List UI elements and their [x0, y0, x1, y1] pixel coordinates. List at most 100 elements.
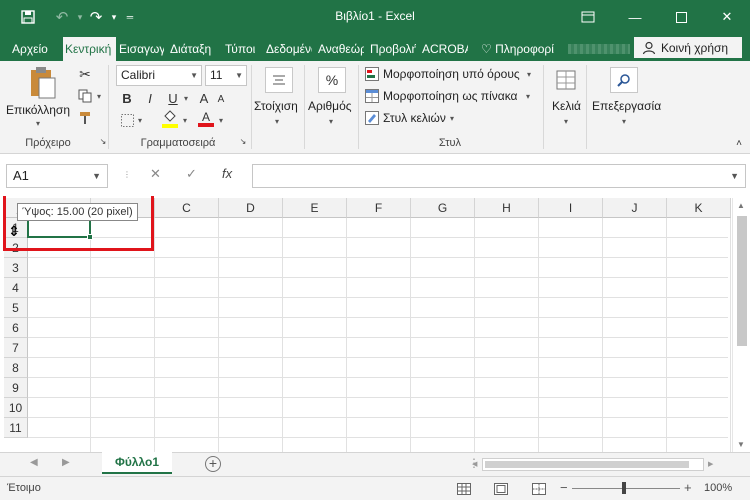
grow-font-button[interactable]: A: [196, 89, 212, 107]
clipboard-launcher-icon[interactable]: ↘: [98, 137, 108, 146]
paste-label[interactable]: Επικόλληση: [6, 103, 70, 117]
alignment-dropdown-icon[interactable]: ▾: [275, 117, 279, 126]
alignment-icon[interactable]: [265, 67, 293, 93]
name-box[interactable]: A1 ▼: [6, 164, 108, 188]
cell-styles-button[interactable]: Στυλ κελιών: [383, 111, 446, 125]
page-break-view-icon[interactable]: [530, 481, 548, 496]
scroll-left-icon[interactable]: ◀: [472, 460, 477, 468]
close-button[interactable]: ✕: [704, 0, 750, 34]
row-header-11[interactable]: 11: [4, 418, 28, 438]
row-header-9[interactable]: 9: [4, 378, 28, 398]
editing-label[interactable]: Επεξεργασία: [592, 99, 661, 113]
ribbon-display-options-button[interactable]: [565, 0, 611, 34]
prev-sheet-icon[interactable]: ◀: [30, 457, 38, 468]
font-name-dropdown[interactable]: Calibri ▼: [116, 65, 202, 86]
bold-button[interactable]: B: [118, 89, 136, 107]
zoom-level[interactable]: 100%: [704, 482, 732, 494]
tab-home[interactable]: Κεντρική: [63, 37, 116, 61]
format-painter-icon[interactable]: [76, 109, 94, 127]
next-sheet-icon[interactable]: ▶: [62, 457, 70, 468]
maximize-button[interactable]: [658, 0, 704, 34]
minimize-button[interactable]: —: [612, 0, 658, 34]
row-header-4[interactable]: 4: [4, 278, 28, 298]
cells-label[interactable]: Κελιά: [552, 99, 581, 113]
column-header-d[interactable]: D: [219, 198, 283, 218]
scrollbar-thumb[interactable]: [485, 461, 689, 468]
horizontal-scrollbar[interactable]: [482, 458, 704, 471]
tab-tell-me[interactable]: ♡ Πληροφορίες: [479, 37, 554, 61]
cancel-icon[interactable]: ✕: [150, 166, 161, 182]
tab-acrobat[interactable]: ACROBAT: [420, 37, 468, 61]
vertical-scrollbar[interactable]: ▲ ▼: [732, 198, 750, 452]
tab-layout[interactable]: Διάταξη: [168, 37, 216, 61]
zoom-slider[interactable]: [572, 482, 680, 494]
borders-icon[interactable]: [118, 111, 136, 129]
column-header-j[interactable]: J: [603, 198, 667, 218]
tab-file[interactable]: Αρχείο: [10, 37, 50, 61]
scroll-right-icon[interactable]: ▶: [708, 460, 713, 468]
row-header-10[interactable]: 10: [4, 398, 28, 418]
fill-color-icon[interactable]: [160, 109, 180, 129]
cell-styles-dropdown-icon[interactable]: ▾: [450, 114, 454, 123]
tab-formulas[interactable]: Τύποι: [223, 37, 259, 61]
number-dropdown-icon[interactable]: ▾: [329, 117, 333, 126]
font-color-icon[interactable]: A: [196, 109, 216, 129]
paste-dropdown-icon[interactable]: ▾: [36, 119, 40, 128]
row-header-8[interactable]: 8: [4, 358, 28, 378]
scroll-up-icon[interactable]: ▲: [737, 201, 745, 210]
worksheet-grid[interactable]: ABCDEFGHIJK 1234567891011 ⇕ Ύψος: 15.00 …: [0, 196, 750, 452]
editing-dropdown-icon[interactable]: ▾: [622, 117, 626, 126]
collapse-ribbon-icon[interactable]: ˄: [732, 137, 746, 149]
tab-insert[interactable]: Εισαγωγή: [117, 37, 164, 61]
row-header-7[interactable]: 7: [4, 338, 28, 358]
conditional-formatting-dropdown-icon[interactable]: ▾: [527, 70, 531, 79]
row-header-6[interactable]: 6: [4, 318, 28, 338]
shrink-font-button[interactable]: A: [214, 91, 228, 107]
tab-view[interactable]: Προβολή: [368, 37, 416, 61]
borders-dropdown-icon[interactable]: ▾: [138, 116, 142, 125]
alignment-label[interactable]: Στοίχιση: [254, 99, 298, 113]
row-header-5[interactable]: 5: [4, 298, 28, 318]
fill-color-dropdown-icon[interactable]: ▾: [183, 116, 187, 125]
scrollbar-thumb[interactable]: [737, 216, 747, 346]
italic-button[interactable]: I: [141, 89, 159, 107]
font-launcher-icon[interactable]: ↘: [238, 137, 248, 146]
conditional-formatting-button[interactable]: Μορφοποίηση υπό όρους: [383, 67, 520, 81]
add-sheet-icon[interactable]: +: [205, 456, 221, 472]
enter-icon[interactable]: ✓: [186, 166, 197, 182]
column-header-e[interactable]: E: [283, 198, 347, 218]
column-header-k[interactable]: K: [667, 198, 731, 218]
font-color-dropdown-icon[interactable]: ▾: [219, 116, 223, 125]
search-icon[interactable]: [610, 67, 638, 93]
formula-bar-grip-icon[interactable]: ⋮: [123, 170, 131, 179]
share-button[interactable]: Κοινή χρήση: [634, 37, 742, 58]
zoom-slider-knob[interactable]: [622, 482, 626, 494]
percent-icon[interactable]: %: [318, 67, 346, 93]
column-header-h[interactable]: H: [475, 198, 539, 218]
insert-function-icon[interactable]: fx: [222, 166, 232, 181]
tab-review[interactable]: Αναθεώρηση: [316, 37, 364, 61]
format-as-table-dropdown-icon[interactable]: ▾: [526, 92, 530, 101]
underline-dropdown-icon[interactable]: ▾: [184, 94, 188, 103]
copy-icon[interactable]: [76, 87, 94, 105]
scroll-down-icon[interactable]: ▼: [737, 440, 745, 449]
expand-formula-bar-icon[interactable]: ▼: [730, 171, 739, 181]
row-header-3[interactable]: 3: [4, 258, 28, 278]
column-header-i[interactable]: I: [539, 198, 603, 218]
column-header-g[interactable]: G: [411, 198, 475, 218]
column-header-f[interactable]: F: [347, 198, 411, 218]
column-header-c[interactable]: C: [155, 198, 219, 218]
page-layout-view-icon[interactable]: [492, 481, 510, 496]
normal-view-icon[interactable]: [455, 481, 473, 496]
cells-icon[interactable]: [553, 67, 579, 93]
formula-input[interactable]: ▼: [252, 164, 746, 188]
number-label[interactable]: Αριθμός: [308, 99, 352, 113]
copy-dropdown-icon[interactable]: ▾: [97, 92, 101, 101]
sheet-tab[interactable]: Φύλλο1: [102, 452, 172, 474]
cut-icon[interactable]: ✂: [76, 65, 94, 83]
underline-button[interactable]: U: [164, 89, 182, 107]
paste-icon[interactable]: [20, 65, 64, 101]
format-as-table-button[interactable]: Μορφοποίηση ως πίνακα: [383, 89, 517, 103]
tab-data[interactable]: Δεδομένα: [264, 37, 312, 61]
zoom-in-button[interactable]: +: [684, 480, 692, 495]
